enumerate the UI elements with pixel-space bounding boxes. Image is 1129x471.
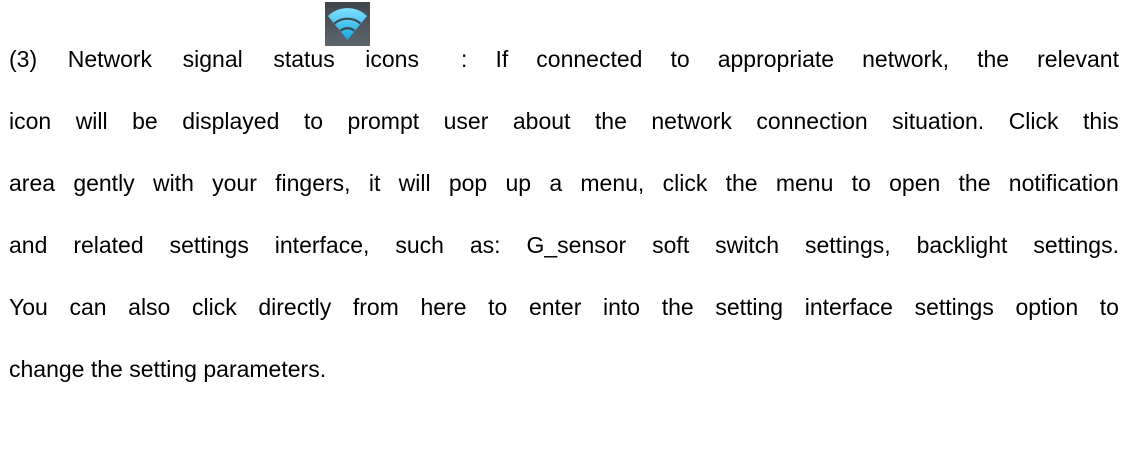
text-line-2: icon will be displayed to prompt user about the n… <box>9 107 1119 135</box>
word: user <box>443 108 489 134</box>
word: will <box>398 170 431 196</box>
word: related <box>73 232 144 258</box>
word: into <box>603 294 641 320</box>
word: pop <box>448 170 488 196</box>
word: displayed <box>182 108 280 134</box>
word: You <box>9 294 48 320</box>
word: fingers, <box>275 170 351 196</box>
text-line-4: and related settings interface, such as: G_sen… <box>9 231 1119 259</box>
word: interface, <box>274 232 370 258</box>
icon-spacer <box>419 45 461 73</box>
word: this <box>1083 108 1119 134</box>
word: as: <box>469 232 501 258</box>
word: about <box>512 108 571 134</box>
word: to <box>851 170 871 196</box>
word: If <box>495 46 509 72</box>
word: will <box>75 108 108 134</box>
word: menu <box>775 170 834 196</box>
word: connection <box>756 108 868 134</box>
word: and <box>9 232 48 258</box>
word: gently <box>73 170 135 196</box>
word: click <box>191 294 237 320</box>
line-1-after-icon: : If connected to appropriate network, the rele… <box>461 45 1119 73</box>
word: be <box>132 108 158 134</box>
word: Network <box>67 46 153 72</box>
text-line-5: You can also click directly from here to enter in… <box>9 293 1119 321</box>
word: prompt <box>347 108 420 134</box>
word: settings <box>914 294 994 320</box>
word: the <box>661 294 694 320</box>
word: a <box>549 170 563 196</box>
manual-page: (3) Network signal status icons : If connected… <box>0 0 1129 471</box>
word: notification <box>1008 170 1119 196</box>
word: open <box>889 170 941 196</box>
word: it <box>368 170 381 196</box>
word: network <box>651 108 732 134</box>
word: the <box>977 46 1010 72</box>
word: settings, <box>805 232 891 258</box>
word: to <box>670 46 690 72</box>
word: : <box>461 46 468 72</box>
word: from <box>352 294 399 320</box>
word: connected <box>536 46 643 72</box>
word: such <box>395 232 444 258</box>
word: with <box>152 170 194 196</box>
word: situation. <box>892 108 985 134</box>
word: Click <box>1008 108 1059 134</box>
word: your <box>212 170 257 196</box>
line-1-before-icon: (3) Network signal status icons <box>9 45 419 73</box>
word: appropriate <box>717 46 835 72</box>
word: to <box>488 294 508 320</box>
word: relevant <box>1037 46 1119 72</box>
word: interface <box>804 294 893 320</box>
word: icon <box>9 108 52 134</box>
text-line-1: (3) Network signal status icons : If connected… <box>9 45 1119 73</box>
word: setting <box>715 294 784 320</box>
word: menu, <box>580 170 645 196</box>
word: click <box>662 170 708 196</box>
line-2-text: icon will be displayed to prompt user about the n… <box>9 107 1119 135</box>
word: signal <box>182 46 243 72</box>
word: status <box>273 46 335 72</box>
word: here <box>420 294 467 320</box>
word: option <box>1015 294 1079 320</box>
word: area <box>9 170 56 196</box>
word: settings. <box>1033 232 1119 258</box>
line-5-text: You can also click directly from here to enter in… <box>9 293 1119 321</box>
word: icons <box>365 46 419 72</box>
word: backlight <box>916 232 1008 258</box>
text-line-6: change the setting parameters. <box>9 355 1119 383</box>
word: network, <box>862 46 950 72</box>
word: also <box>128 294 171 320</box>
line-6-text: change the setting parameters. <box>9 356 327 382</box>
word: the <box>725 170 758 196</box>
word: up <box>505 170 532 196</box>
line-4-text: and related settings interface, such as: G_sen… <box>9 231 1119 259</box>
word: to <box>1099 294 1119 320</box>
word: settings <box>169 232 249 258</box>
word: soft <box>652 232 690 258</box>
word: the <box>958 170 991 196</box>
word: G_sensor <box>526 232 627 258</box>
word: switch <box>715 232 780 258</box>
word: the <box>594 108 627 134</box>
wifi-signal-icon <box>325 2 370 46</box>
word: can <box>69 294 107 320</box>
line-3-text: area gently with your fingers, it will pop up a me… <box>9 169 1119 197</box>
text-line-3: area gently with your fingers, it will pop up a me… <box>9 169 1119 197</box>
word: enter <box>528 294 582 320</box>
word: to <box>303 108 324 134</box>
word: directly <box>258 294 332 320</box>
word: (3) <box>9 46 38 72</box>
